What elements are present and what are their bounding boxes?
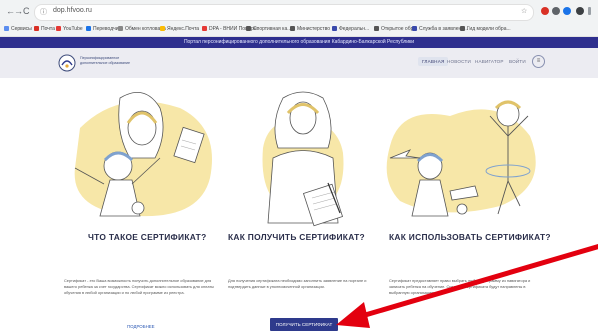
annotation-arrow	[336, 243, 598, 328]
